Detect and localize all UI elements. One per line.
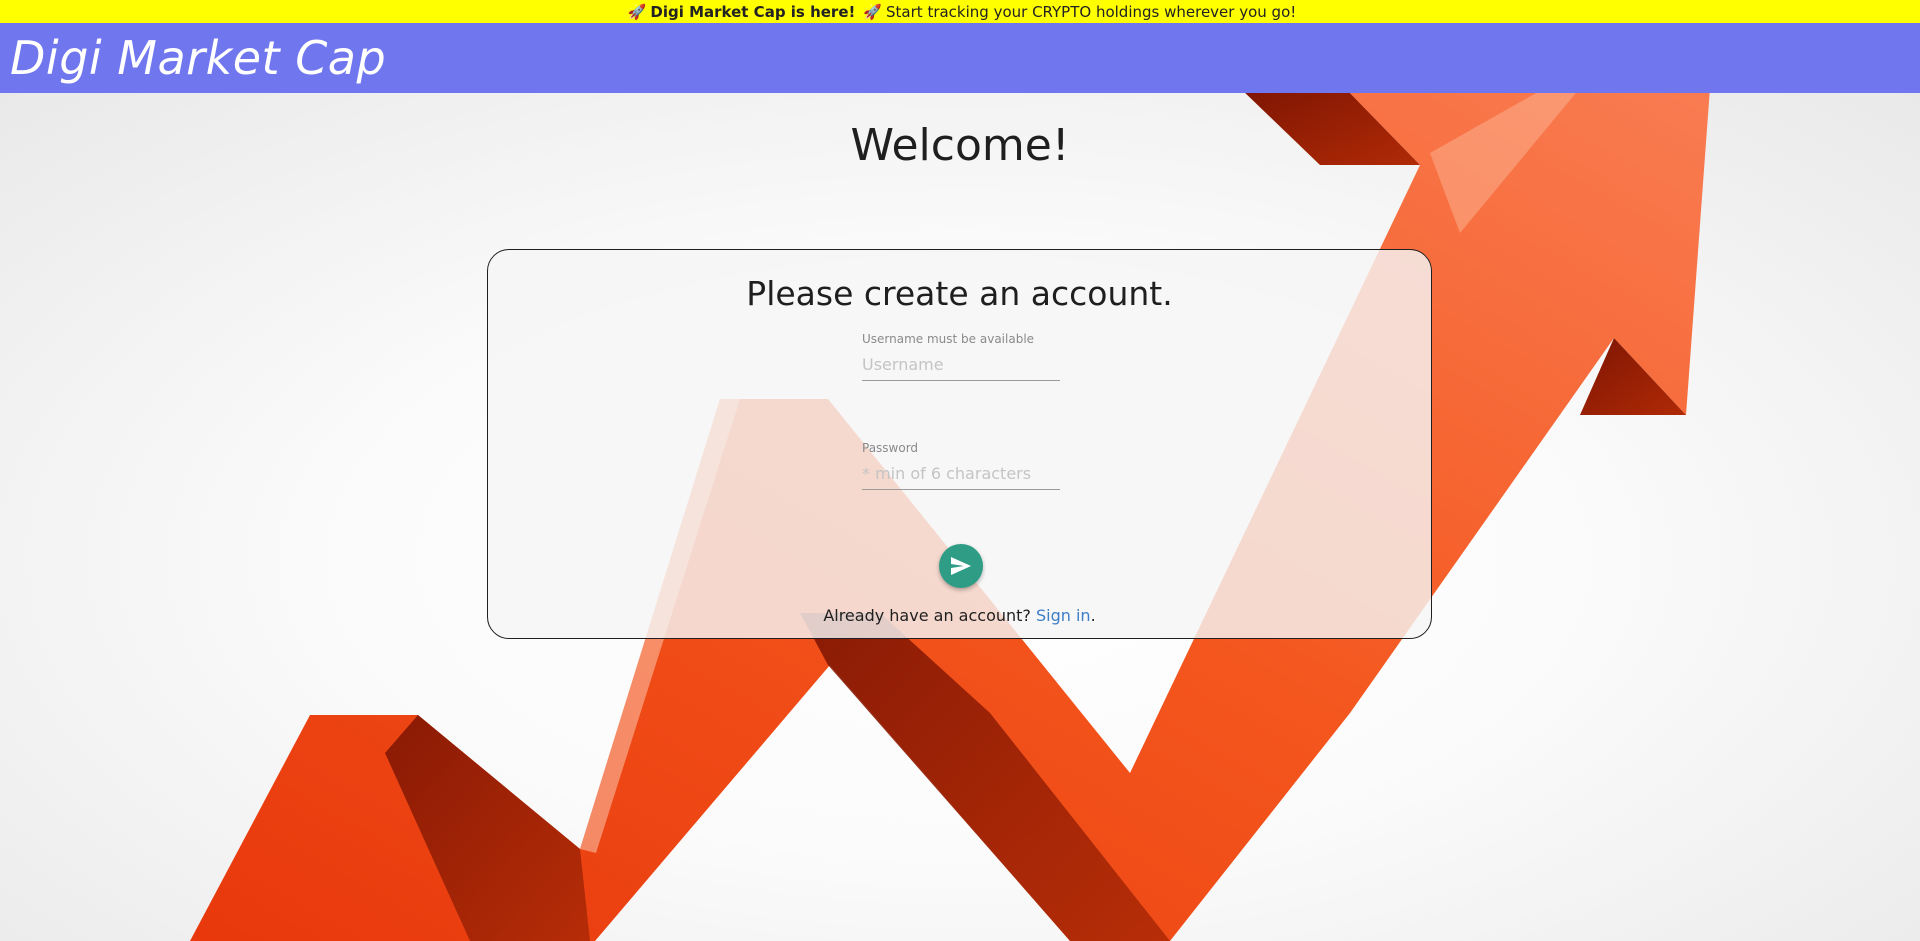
username-input[interactable] <box>862 355 1060 381</box>
announcement-banner: 🚀 Digi Market Cap is here! 🚀 Start track… <box>0 0 1920 23</box>
send-icon <box>951 557 971 575</box>
welcome-heading: Welcome! <box>850 120 1070 171</box>
signup-card: Please create an account. Username must … <box>487 249 1432 639</box>
signin-link[interactable]: Sign in <box>1036 606 1091 625</box>
banner-headline: Digi Market Cap is here! <box>650 2 856 21</box>
main-stage: Welcome! Please create an account. Usern… <box>0 93 1920 941</box>
brand-logo-text[interactable]: Digi Market Cap <box>10 31 386 85</box>
rocket-icon: 🚀 <box>863 2 883 21</box>
signup-title: Please create an account. <box>746 274 1173 313</box>
submit-button[interactable] <box>939 544 983 588</box>
signin-prompt: Already have an account? Sign in. <box>488 606 1431 625</box>
password-label: Password <box>862 441 919 455</box>
password-field: Password <box>862 440 1060 490</box>
username-field: Username must be available <box>862 331 1060 381</box>
username-label: Username must be available <box>862 332 1035 346</box>
top-navbar: Digi Market Cap <box>0 23 1920 93</box>
signin-prompt-suffix: . <box>1090 606 1096 625</box>
banner-message: Start tracking your CRYPTO holdings wher… <box>886 2 1297 21</box>
signin-prompt-text: Already have an account? <box>823 606 1031 625</box>
password-input[interactable] <box>862 464 1060 490</box>
rocket-icon: 🚀 <box>627 2 647 21</box>
